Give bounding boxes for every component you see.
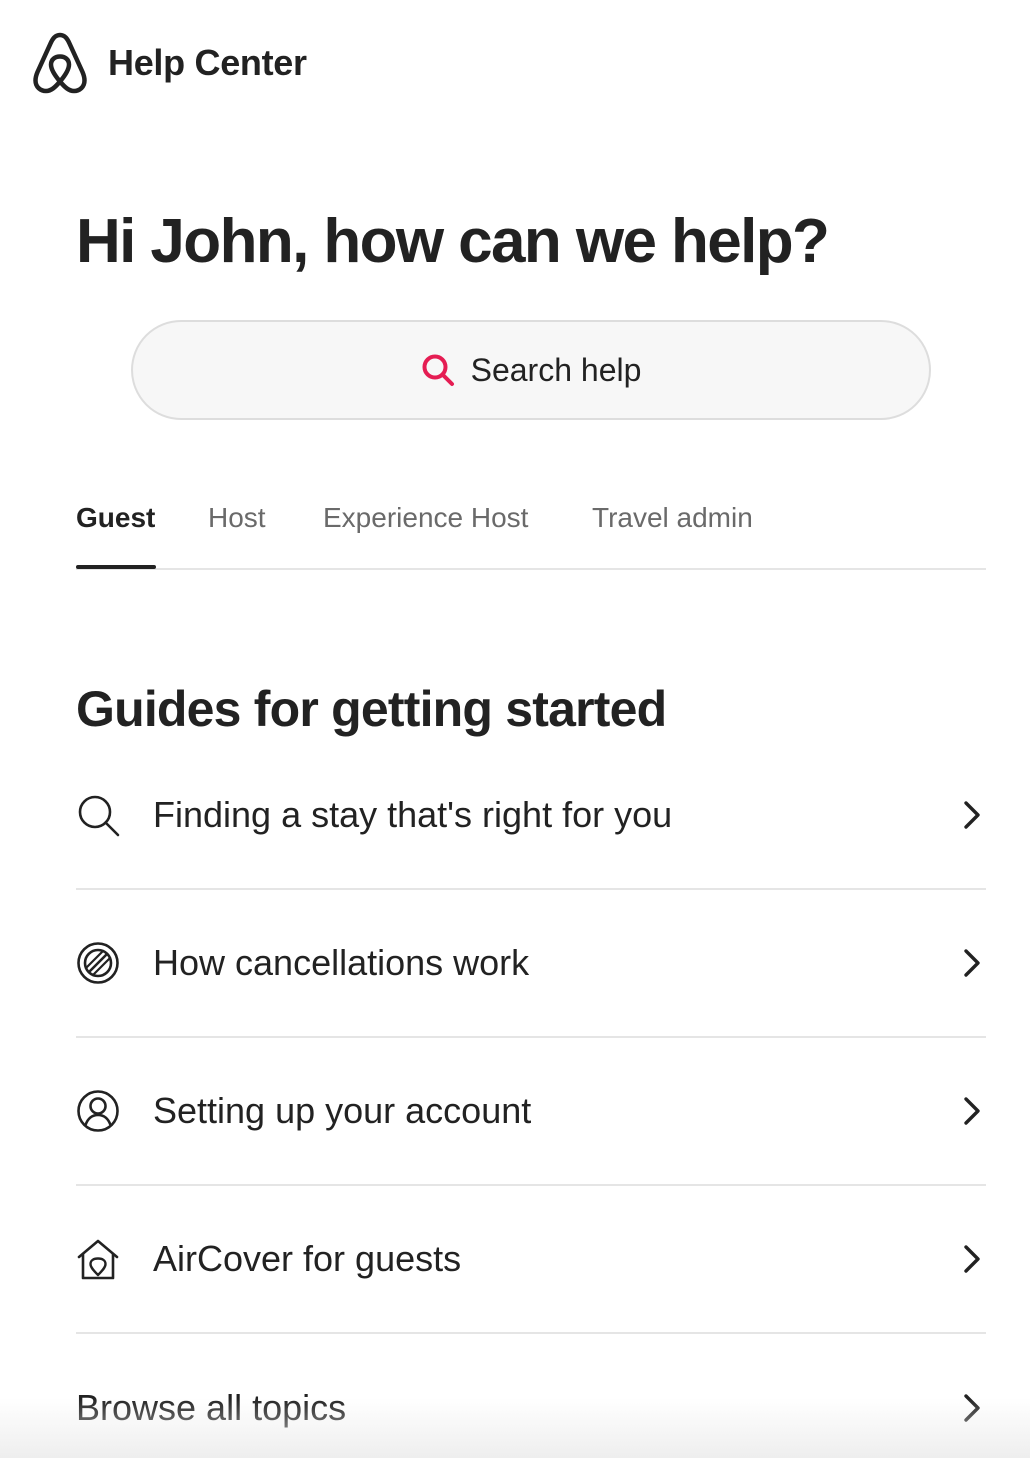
active-tab-indicator — [76, 565, 156, 569]
tab-guest[interactable]: Guest — [76, 490, 155, 568]
browse-all-topics-link[interactable]: Browse all topics — [76, 1334, 986, 1458]
cancel-icon — [77, 942, 119, 984]
guide-item-finding-a-stay[interactable]: Finding a stay that's right for you — [76, 742, 986, 890]
search-icon — [78, 795, 120, 837]
aircover-home-icon — [77, 1239, 119, 1280]
guide-item-cancellations[interactable]: How cancellations work — [76, 890, 986, 1038]
audience-tabs: Guest Host Experience Host Travel admin — [76, 490, 986, 570]
tab-label: Travel admin — [592, 502, 753, 533]
search-help-button[interactable]: Search help — [131, 320, 931, 420]
chevron-right-icon — [964, 1394, 980, 1422]
guide-label: How cancellations work — [153, 942, 530, 983]
tab-label: Experience Host — [323, 502, 529, 533]
guide-item-account-setup[interactable]: Setting up your account — [76, 1038, 986, 1186]
header: Help Center — [32, 32, 307, 94]
guide-label: AirCover for guests — [153, 1238, 462, 1279]
guide-item-aircover[interactable]: AirCover for guests — [76, 1186, 986, 1334]
tab-label: Guest — [76, 502, 156, 533]
guides-heading: Guides for getting started — [76, 681, 667, 737]
app-title: Help Center — [108, 42, 307, 83]
chevron-right-icon — [964, 1097, 980, 1125]
account-icon — [77, 1090, 119, 1132]
airbnb-logo-icon[interactable] — [32, 32, 88, 94]
chevron-right-icon — [964, 949, 980, 977]
guide-label: Finding a stay that's right for you — [153, 794, 673, 835]
search-label: Search help — [470, 351, 642, 388]
tab-experience-host[interactable]: Experience Host — [323, 490, 528, 568]
guide-label: Setting up your account — [153, 1090, 532, 1131]
tab-label: Host — [208, 502, 266, 533]
search-icon — [422, 354, 454, 386]
chevron-right-icon — [964, 801, 980, 829]
guides-list: Finding a stay that's right for you How … — [76, 742, 986, 1458]
chevron-right-icon — [964, 1245, 980, 1273]
tab-host[interactable]: Host — [208, 490, 266, 568]
guide-label: Browse all topics — [76, 1387, 347, 1428]
help-center-page: Help Center Hi John, how can we help? Se… — [0, 0, 1030, 1458]
tab-travel-admin[interactable]: Travel admin — [592, 490, 753, 568]
page-title: Hi John, how can we help? — [76, 207, 830, 276]
